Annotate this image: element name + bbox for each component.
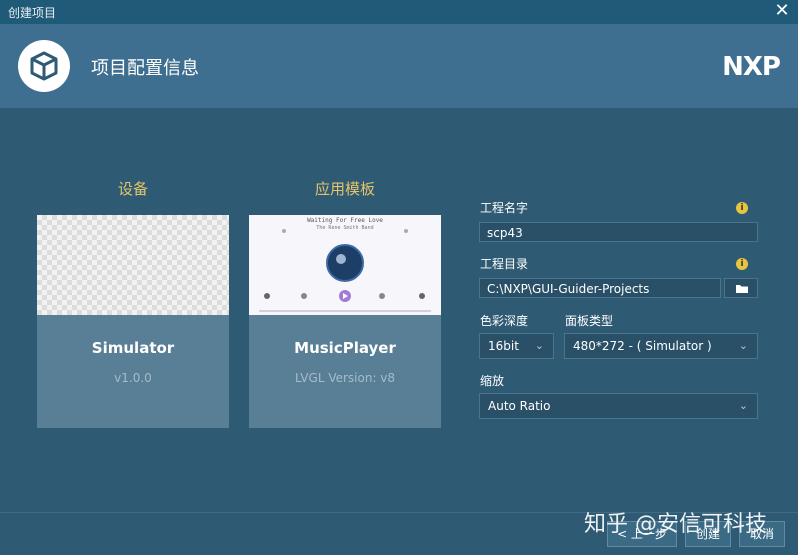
window-title: 创建项目 [8,6,57,20]
watermark: 知乎 @安信可科技 [584,512,767,537]
device-version: v1.0.0 [114,371,152,385]
folder-icon [736,285,748,293]
page-title: 项目配置信息 [91,58,199,79]
project-dir-input[interactable]: C:\NXP\GUI-Guider-Projects [479,278,721,298]
template-name: MusicPlayer [294,339,396,357]
device-preview [37,215,229,315]
logo-badge [18,40,70,92]
color-depth-value: 16bit [488,339,519,353]
dialog-header: 项目配置信息 NXP [0,24,798,108]
device-name: Simulator [91,339,175,357]
chevron-down-icon: ⌄ [738,399,748,412]
template-heading: 应用模板 [314,180,375,198]
color-depth-label: 色彩深度 [480,314,529,328]
chevron-down-icon: ⌄ [534,339,544,352]
info-icon[interactable]: i [736,202,748,214]
info-icon[interactable]: i [736,258,748,270]
template-preview: Waiting For Free Love The Rene Smith Ban… [249,215,441,315]
preview-artist: The Rene Smith Band [316,225,373,231]
device-heading: 设备 [117,180,148,198]
device-card-simulator[interactable]: Simulator v1.0.0 [37,215,229,428]
browse-folder-button[interactable] [724,278,758,298]
cube-icon [30,51,58,81]
chevron-down-icon: ⌄ [738,339,748,352]
musicplayer-thumbnail: Waiting For Free Love The Rene Smith Ban… [259,217,431,312]
scale-label: 缩放 [480,374,505,388]
template-card-musicplayer[interactable]: Waiting For Free Love The Rene Smith Ban… [249,215,441,428]
color-depth-select[interactable]: 16bit ⌄ [479,333,554,359]
nxp-logo: NXP [722,52,781,82]
close-icon[interactable]: ✕ [772,1,792,21]
project-name-input[interactable]: scp43 [479,222,758,242]
scale-value: Auto Ratio [488,399,551,413]
board-type-select[interactable]: 480*272 - ( Simulator ) ⌄ [564,333,758,359]
preview-song-title: Waiting For Free Love [307,217,383,224]
template-version: LVGL Version: v8 [294,371,396,385]
board-type-value: 480*272 - ( Simulator ) [573,339,712,353]
board-type-label: 面板类型 [565,314,614,328]
project-name-label: 工程名字 [480,201,529,215]
project-dir-label: 工程目录 [480,257,529,271]
scale-select[interactable]: Auto Ratio ⌄ [479,393,758,419]
main-content: 设备 应用模板 Simulator v1.0.0 Waiting For Fre… [0,108,798,512]
window-titlebar: 创建项目 ✕ [0,0,798,24]
